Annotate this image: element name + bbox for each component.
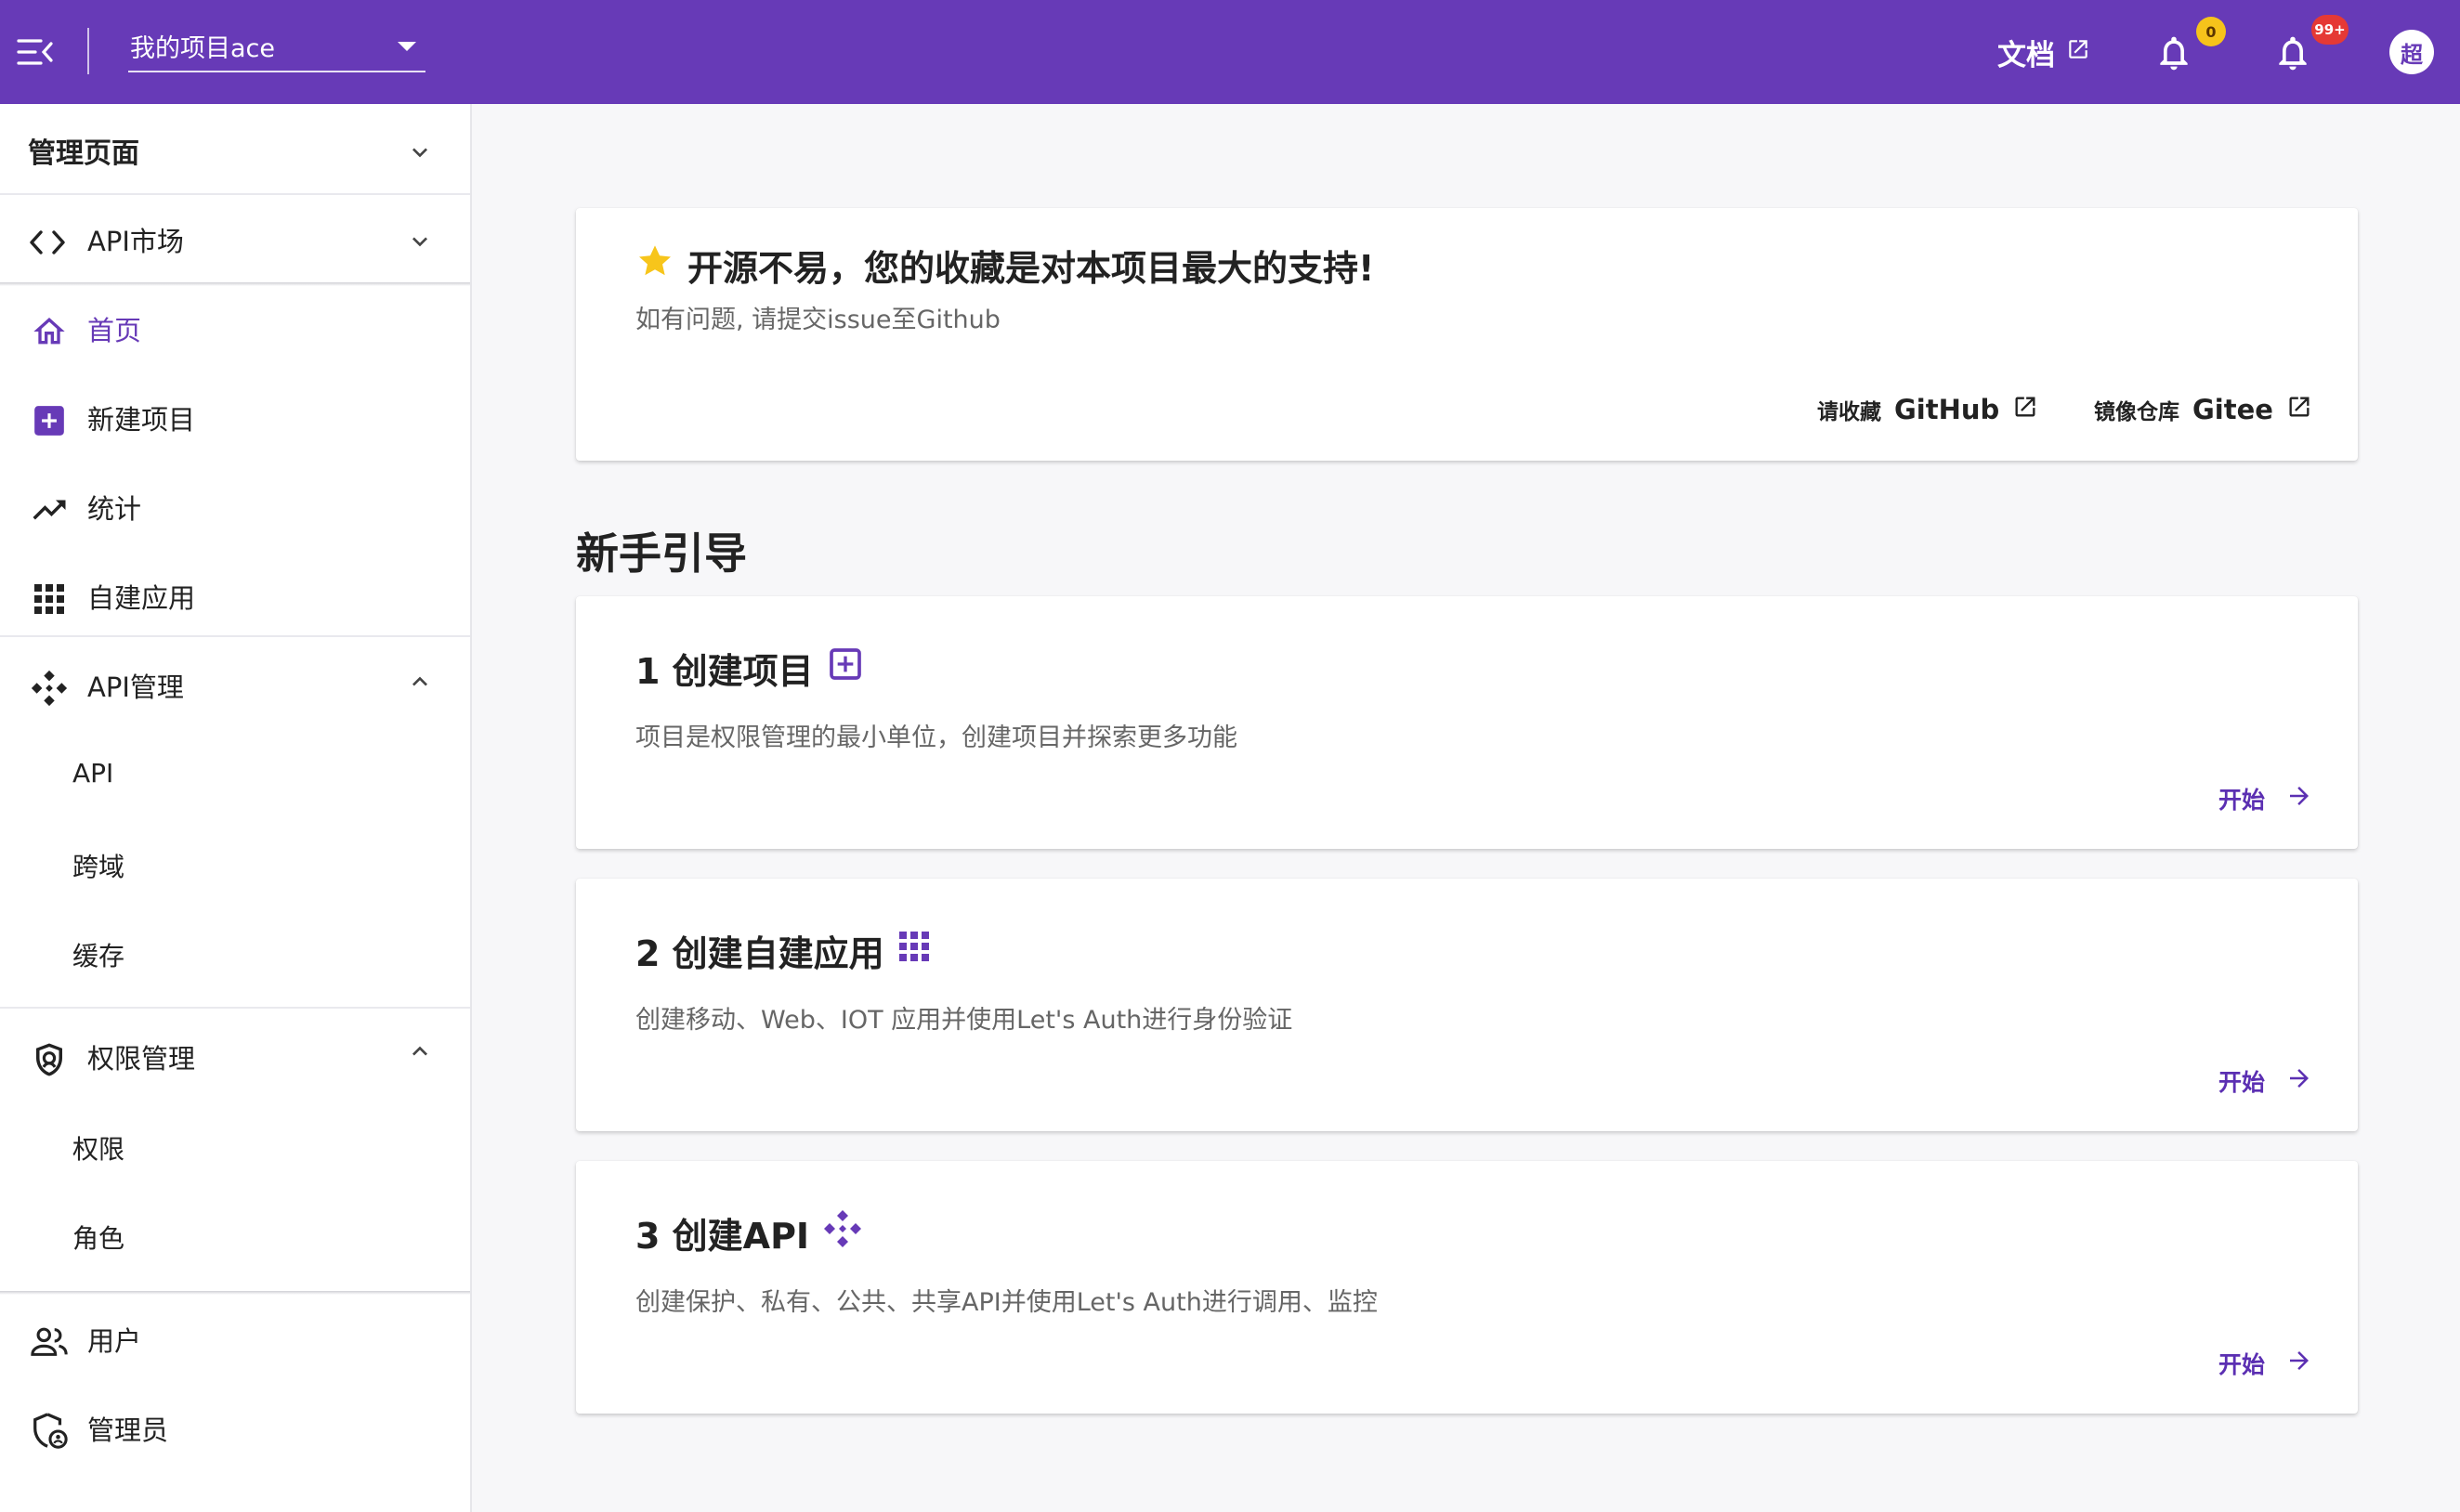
guide-step-title: 3 创建API bbox=[635, 1216, 810, 1257]
guide-step-title-row: 3 创建API bbox=[635, 1207, 863, 1258]
notifications-bell-icon[interactable] bbox=[2153, 32, 2194, 74]
sidebar-item-label: 用户 bbox=[87, 1325, 142, 1357]
sidebar-group-api-management[interactable]: API管理 bbox=[0, 641, 470, 730]
sidebar-item-new-project[interactable]: 新建项目 bbox=[0, 373, 470, 463]
guide-section-title: 新手引导 bbox=[576, 528, 747, 579]
support-card-title: 开源不易，您的收藏是对本项目最大的支持! bbox=[687, 248, 1375, 289]
guide-step-title-row: 1 创建项目 bbox=[635, 643, 864, 694]
trending-up-icon bbox=[30, 490, 69, 529]
menu-collapse-icon[interactable] bbox=[17, 35, 54, 69]
sidebar-group-label: API市场 bbox=[87, 226, 184, 257]
docs-link[interactable]: 文档 bbox=[1997, 32, 2090, 72]
sidebar-subitem-label: API bbox=[72, 758, 114, 789]
arrow-right-icon bbox=[2285, 1347, 2313, 1380]
toolbar-divider bbox=[87, 28, 89, 74]
project-select[interactable]: 我的项目ace bbox=[128, 22, 425, 72]
guide-card-create-project: 1 创建项目 项目是权限管理的最小单位，创建项目并探索更多功能 开始 bbox=[576, 596, 2358, 849]
sidebar-item-label: 自建应用 bbox=[87, 582, 196, 614]
guide-card-create-app: 2 创建自建应用 创建移动、Web、IOT 应用并使用Let's Auth进行身… bbox=[576, 879, 2358, 1131]
admin-shield-icon bbox=[30, 1412, 69, 1451]
arrow-right-icon bbox=[2285, 1064, 2313, 1098]
arrow-right-icon bbox=[2285, 782, 2313, 815]
add-box-icon bbox=[30, 401, 69, 440]
sidebar-group-admin-page[interactable]: 管理页面 bbox=[0, 106, 470, 195]
support-card: 开源不易，您的收藏是对本项目最大的支持! 如有问题, 请提交issue至Gith… bbox=[576, 208, 2358, 461]
sidebar-group-label: 权限管理 bbox=[87, 1043, 196, 1075]
add-box-icon bbox=[827, 645, 864, 691]
sidebar-subitem-cache[interactable]: 缓存 bbox=[0, 908, 470, 997]
sidebar-item-statistics[interactable]: 统计 bbox=[0, 463, 470, 552]
github-link-name: GitHub bbox=[1894, 394, 2000, 425]
guide-card-create-api: 3 创建API 创建保护、私有、公共、共享API并使用Let's Auth进行调… bbox=[576, 1161, 2358, 1414]
chevron-up-icon bbox=[405, 667, 435, 697]
support-card-subtitle: 如有问题, 请提交issue至Github bbox=[635, 306, 1001, 334]
sidebar-group-label: 管理页面 bbox=[28, 137, 139, 170]
sidebar-item-users[interactable]: 用户 bbox=[0, 1295, 470, 1384]
sidebar-item-home[interactable]: 首页 bbox=[0, 284, 470, 373]
start-label: 开始 bbox=[2218, 1351, 2265, 1378]
gitee-link-name: Gitee bbox=[2192, 394, 2273, 425]
sidebar-group-label: API管理 bbox=[87, 671, 184, 703]
support-card-title-row: 开源不易，您的收藏是对本项目最大的支持! bbox=[635, 240, 1374, 291]
start-button[interactable]: 开始 bbox=[2218, 1064, 2313, 1098]
start-label: 开始 bbox=[2218, 787, 2265, 814]
top-app-bar: 我的项目ace 文档 0 99+ 超 bbox=[0, 0, 2460, 104]
project-select-value: 我的项目ace bbox=[130, 34, 276, 63]
divider bbox=[0, 1007, 470, 1009]
sidebar-group-api-market[interactable]: API市场 bbox=[0, 195, 470, 284]
sidebar-subitem-label: 权限 bbox=[72, 1134, 125, 1165]
sidebar-subitem-permissions[interactable]: 权限 bbox=[0, 1101, 470, 1191]
guide-step-description: 创建移动、Web、IOT 应用并使用Let's Auth进行身份验证 bbox=[635, 1006, 1293, 1035]
user-avatar[interactable]: 超 bbox=[2389, 30, 2434, 74]
users-icon bbox=[30, 1323, 69, 1362]
api-diamond-icon bbox=[30, 669, 69, 708]
apps-grid-icon bbox=[30, 580, 69, 619]
sidebar-item-label: 首页 bbox=[87, 315, 142, 346]
docs-label: 文档 bbox=[1997, 38, 2055, 72]
gitee-link[interactable]: 镜像仓库 Gitee bbox=[2094, 394, 2312, 425]
sidebar-item-label: 管理员 bbox=[87, 1414, 169, 1446]
sidebar-group-permission-management[interactable]: 权限管理 bbox=[0, 1012, 470, 1101]
message-count-badge: 99+ bbox=[2311, 15, 2349, 45]
apps-grid-icon bbox=[897, 930, 931, 971]
sidebar-subitem-cors[interactable]: 跨域 bbox=[0, 819, 470, 908]
sidebar-item-label: 新建项目 bbox=[87, 404, 196, 436]
sidebar: 管理页面 API市场 首页 新建项目 统计 自建应用 API管理 API 跨域 … bbox=[0, 104, 472, 1512]
guide-step-title: 2 创建自建应用 bbox=[635, 933, 884, 974]
star-icon bbox=[635, 241, 674, 289]
external-link-icon bbox=[2066, 35, 2090, 69]
external-link-icon bbox=[2286, 394, 2312, 425]
external-link-icon bbox=[2012, 394, 2038, 425]
code-brackets-icon bbox=[28, 223, 67, 262]
github-link[interactable]: 请收藏 GitHub bbox=[1817, 394, 2038, 425]
start-button[interactable]: 开始 bbox=[2218, 1347, 2313, 1380]
shield-icon bbox=[30, 1040, 69, 1079]
chevron-up-icon bbox=[405, 1036, 435, 1066]
sidebar-subitem-label: 跨域 bbox=[72, 852, 125, 882]
sidebar-subitem-label: 角色 bbox=[72, 1223, 125, 1254]
sidebar-subitem-api[interactable]: API bbox=[0, 730, 470, 819]
guide-step-description: 创建保护、私有、公共、共享API并使用Let's Auth进行调用、监控 bbox=[635, 1288, 1378, 1317]
messages-bell-icon[interactable] bbox=[2272, 32, 2313, 74]
api-diamond-icon bbox=[822, 1208, 863, 1258]
chevron-down-icon bbox=[405, 137, 435, 167]
sidebar-item-admins[interactable]: 管理员 bbox=[0, 1384, 470, 1473]
sidebar-item-label: 统计 bbox=[87, 493, 142, 525]
guide-step-title: 1 创建项目 bbox=[635, 651, 814, 692]
start-button[interactable]: 开始 bbox=[2218, 782, 2313, 815]
sidebar-item-custom-apps[interactable]: 自建应用 bbox=[0, 552, 470, 641]
sidebar-subitem-roles[interactable]: 角色 bbox=[0, 1191, 470, 1280]
home-icon bbox=[30, 312, 69, 351]
gitee-link-prefix: 镜像仓库 bbox=[2094, 400, 2179, 424]
notification-count-badge: 0 bbox=[2196, 17, 2226, 46]
caret-down-icon bbox=[396, 39, 418, 57]
guide-step-title-row: 2 创建自建应用 bbox=[635, 925, 931, 976]
github-link-prefix: 请收藏 bbox=[1817, 400, 1881, 424]
guide-step-description: 项目是权限管理的最小单位，创建项目并探索更多功能 bbox=[635, 723, 1237, 752]
chevron-down-icon bbox=[405, 227, 435, 256]
start-label: 开始 bbox=[2218, 1069, 2265, 1096]
sidebar-subitem-label: 缓存 bbox=[72, 941, 125, 971]
divider bbox=[0, 635, 470, 637]
